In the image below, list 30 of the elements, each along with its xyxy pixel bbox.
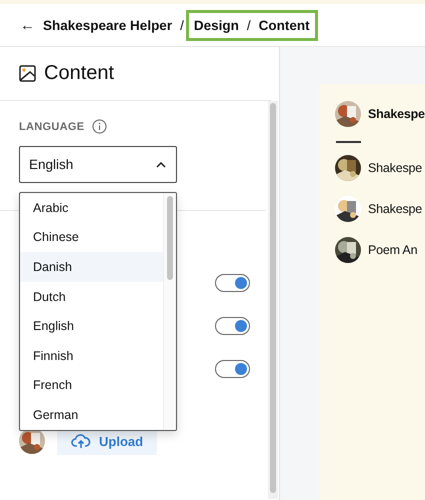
scrollbar[interactable] <box>163 193 176 430</box>
toggle-switch[interactable] <box>215 360 250 378</box>
back-button[interactable]: ← <box>20 16 35 34</box>
dropdown-option[interactable]: Arabic <box>20 193 163 223</box>
dropdown-option[interactable]: Chinese <box>20 222 163 252</box>
field-label: LANGUAGE <box>19 120 84 132</box>
breadcrumb-link[interactable]: Design <box>194 18 239 32</box>
upload-icon <box>71 433 91 449</box>
dropdown-option[interactable]: Finnish <box>20 340 163 371</box>
divider-dash <box>336 141 361 143</box>
list-item[interactable]: Shakespe <box>368 161 422 175</box>
language-select[interactable]: English <box>19 146 177 183</box>
dropdown-option[interactable]: Dutch <box>20 282 163 312</box>
dropdown-option[interactable]: Danish <box>20 252 163 282</box>
toggle-switch[interactable] <box>215 317 250 335</box>
toggle-switch[interactable] <box>215 274 250 292</box>
breadcrumb-link[interactable]: Shakespeare Helper <box>43 18 172 32</box>
breadcrumb-separator: / <box>180 18 184 32</box>
profile-name: Shakespe <box>368 107 425 121</box>
info-icon <box>92 119 108 134</box>
breadcrumb-link[interactable]: Content <box>258 18 310 32</box>
list-item[interactable]: Poem An <box>368 243 418 257</box>
scrollbar[interactable] <box>268 101 278 499</box>
dropdown-option[interactable]: German <box>20 400 163 430</box>
dropdown-option[interactable]: French <box>20 370 163 400</box>
breadcrumb-separator: / <box>246 18 251 32</box>
panel-title: Content <box>44 62 114 85</box>
list-item[interactable]: Shakespe <box>368 202 422 216</box>
image-icon <box>19 65 36 82</box>
dropdown-option[interactable]: English <box>20 311 163 341</box>
